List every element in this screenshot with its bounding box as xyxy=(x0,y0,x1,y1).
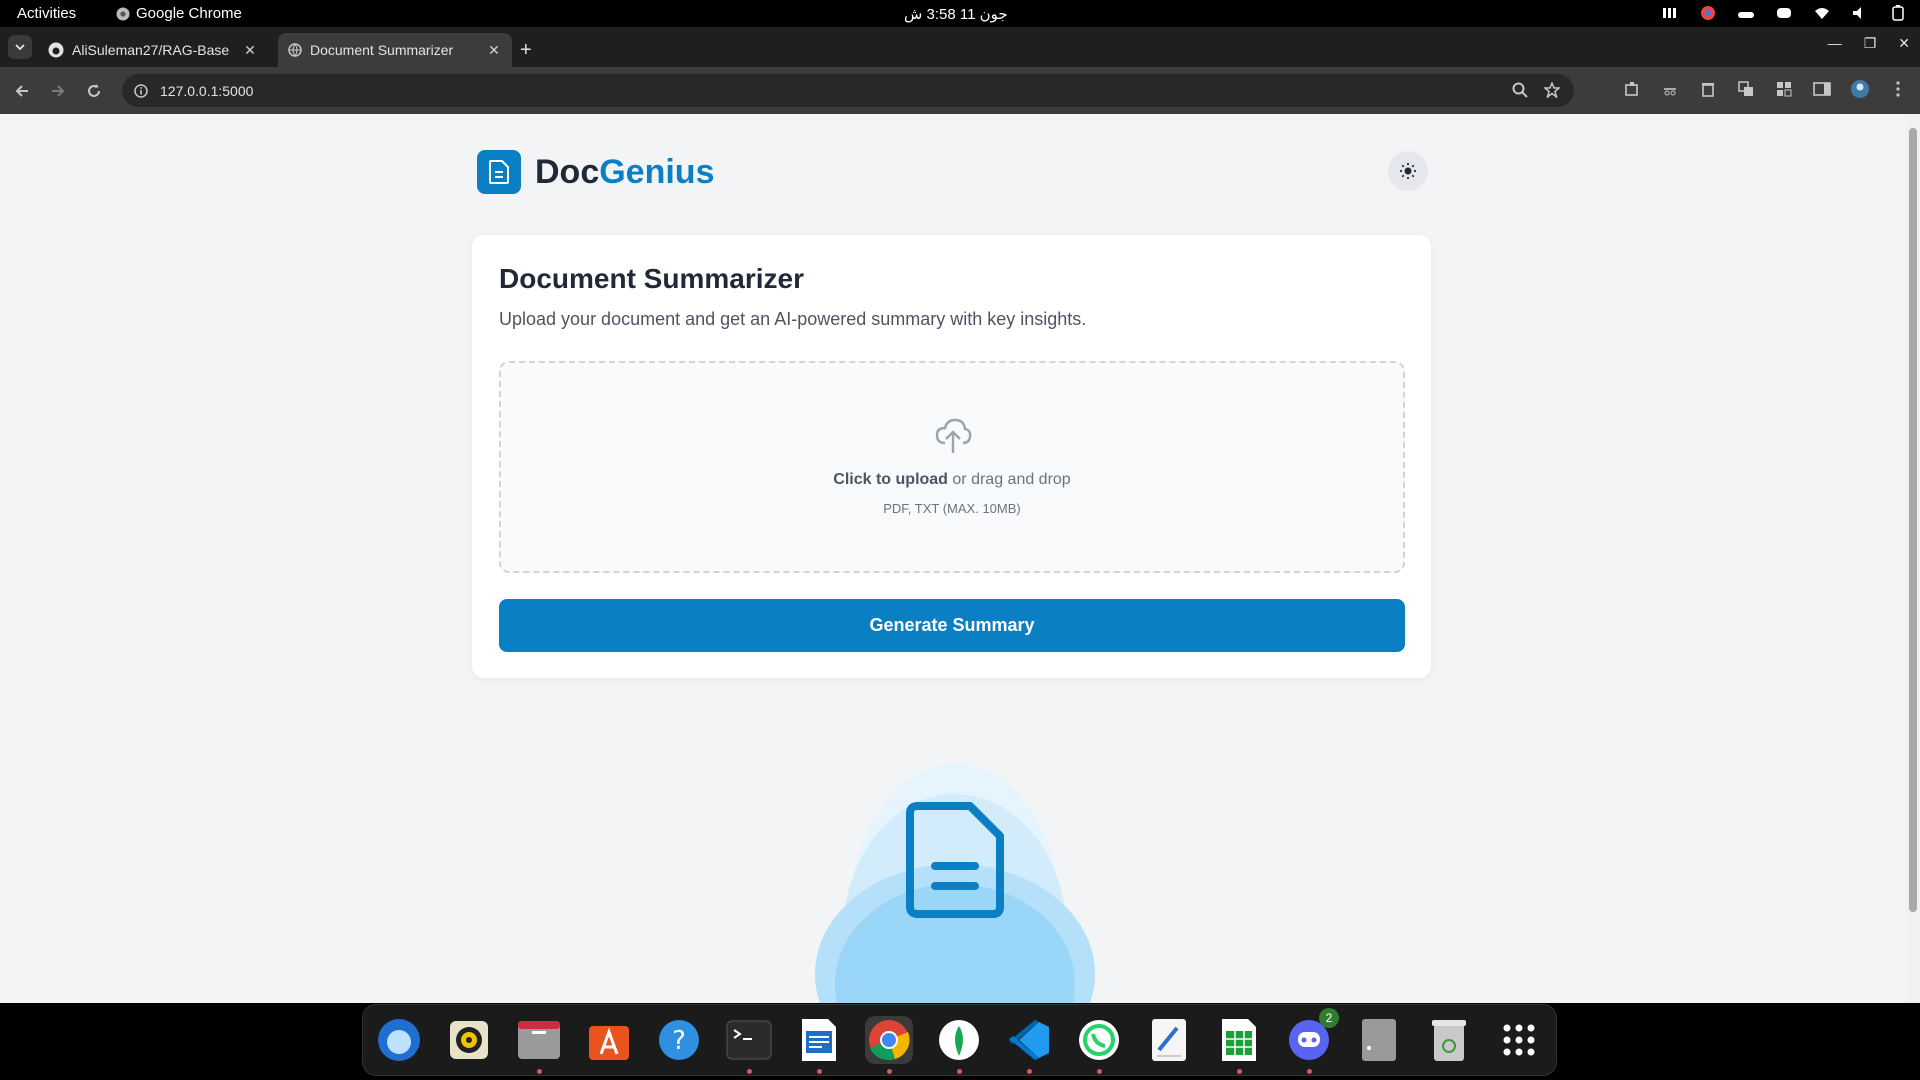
docker-tray-icon[interactable] xyxy=(1736,3,1756,23)
github-icon xyxy=(48,42,64,58)
rhythmbox-icon[interactable] xyxy=(445,1016,493,1064)
calc-icon[interactable] xyxy=(1215,1016,1263,1074)
side-panel-icon[interactable] xyxy=(1812,79,1832,99)
site-info-icon[interactable] xyxy=(134,83,148,98)
zoom-icon[interactable] xyxy=(1512,82,1528,98)
page-scrollbar[interactable] xyxy=(1906,114,1920,1003)
upload-rest: or drag and drop xyxy=(947,471,1071,488)
tab-document-summarizer[interactable]: Document Summarizer ✕ xyxy=(278,33,512,67)
close-icon[interactable]: ✕ xyxy=(242,42,258,59)
tab-github[interactable]: AliSuleman27/RAG-Base ✕ xyxy=(38,33,268,67)
new-tab-button[interactable]: + xyxy=(520,39,532,62)
window-controls: — ❐ ✕ xyxy=(1828,35,1910,52)
generate-summary-button[interactable]: Generate Summary xyxy=(499,599,1405,652)
system-top-bar: Activities Google Chrome جون 11 3:58 ش xyxy=(0,0,1920,27)
discord-badge: 2 xyxy=(1319,1008,1339,1028)
app-name-label: Google Chrome xyxy=(136,5,242,22)
thunderbird-icon[interactable] xyxy=(375,1016,423,1064)
drive-icon[interactable] xyxy=(1355,1016,1403,1064)
browser-toolbar: 127.0.0.1:5000 xyxy=(0,67,1920,114)
system-tray xyxy=(1660,3,1908,23)
trash-extension-icon[interactable] xyxy=(1698,79,1718,99)
clock[interactable]: جون 11 3:58 ش xyxy=(904,5,1008,23)
tab-title: Document Summarizer xyxy=(310,42,454,58)
reload-icon[interactable] xyxy=(82,79,106,103)
file-dropzone[interactable]: Click to upload or drag and drop PDF, TX… xyxy=(499,361,1405,573)
maximize-icon[interactable]: ❐ xyxy=(1864,35,1877,52)
terminal-icon[interactable] xyxy=(725,1016,773,1074)
wifi-icon[interactable] xyxy=(1812,3,1832,23)
chrome-tray-icon[interactable] xyxy=(1698,3,1718,23)
text-editor-icon[interactable] xyxy=(1145,1016,1193,1064)
globe-icon xyxy=(288,43,302,57)
trash-icon[interactable] xyxy=(1425,1016,1473,1064)
address-bar[interactable]: 127.0.0.1:5000 xyxy=(122,74,1574,107)
apps-grid-extension-icon[interactable] xyxy=(1774,79,1794,99)
address-bar-actions xyxy=(1512,82,1560,98)
incognito-icon[interactable] xyxy=(1660,79,1680,99)
discord-tray-icon[interactable] xyxy=(1774,3,1794,23)
mongodb-compass-icon[interactable] xyxy=(935,1016,983,1074)
back-icon[interactable] xyxy=(10,79,34,103)
brand-prefix: Doc xyxy=(535,152,600,191)
chrome-icon[interactable] xyxy=(865,1016,913,1074)
scrollbar-thumb[interactable] xyxy=(1909,128,1917,912)
card-title: Document Summarizer xyxy=(499,263,804,294)
document-logo-icon xyxy=(477,150,521,194)
activities-button[interactable]: Activities xyxy=(17,5,76,22)
vscode-icon[interactable] xyxy=(1005,1016,1053,1074)
discord-icon[interactable]: 2 xyxy=(1285,1008,1339,1074)
forward-icon[interactable] xyxy=(46,79,70,103)
writer-icon[interactable] xyxy=(795,1016,843,1074)
minimize-icon[interactable]: — xyxy=(1828,35,1842,52)
bookmark-star-icon[interactable] xyxy=(1544,82,1560,98)
upload-hint: PDF, TXT (MAX. 10MB) xyxy=(883,501,1021,516)
close-icon[interactable]: ✕ xyxy=(486,42,502,59)
volume-icon[interactable] xyxy=(1850,3,1870,23)
app-menu[interactable]: Google Chrome xyxy=(116,5,242,22)
extensions-icon[interactable] xyxy=(1622,79,1642,99)
tab-search-button[interactable] xyxy=(8,35,32,59)
cloud-upload-icon xyxy=(935,418,972,453)
document-illustration-icon xyxy=(815,764,1095,1003)
brand[interactable]: DocGenius xyxy=(477,150,714,194)
files-icon[interactable] xyxy=(515,1016,563,1074)
brand-name: DocGenius xyxy=(535,153,714,192)
summarizer-card: Document Summarizer Upload your document… xyxy=(472,235,1431,678)
menu-kebab-icon[interactable] xyxy=(1888,79,1908,99)
upload-link[interactable]: Click to upload xyxy=(833,471,948,488)
dock: ? 2 xyxy=(362,1004,1557,1076)
help-icon[interactable]: ? xyxy=(655,1016,703,1064)
whatsapp-icon[interactable] xyxy=(1075,1016,1123,1074)
translate-icon[interactable] xyxy=(1736,79,1756,99)
tab-title: AliSuleman27/RAG-Base xyxy=(72,42,230,58)
url-text: 127.0.0.1:5000 xyxy=(160,82,254,99)
upload-instructions: Click to upload or drag and drop xyxy=(501,471,1403,489)
svg-text:?: ? xyxy=(672,1026,686,1056)
theme-toggle-button[interactable] xyxy=(1388,151,1428,191)
battery-icon[interactable] xyxy=(1888,3,1908,23)
sun-icon xyxy=(1400,163,1416,179)
tab-strip: AliSuleman27/RAG-Base ✕ Document Summari… xyxy=(0,27,1920,67)
app-center-icon[interactable] xyxy=(585,1016,633,1064)
toolbar-actions xyxy=(1622,79,1908,99)
card-subtitle: Upload your document and get an AI-power… xyxy=(499,309,1087,329)
close-window-icon[interactable]: ✕ xyxy=(1898,35,1910,52)
input-method-icon[interactable] xyxy=(1660,3,1680,23)
chrome-icon xyxy=(116,7,130,20)
page-viewport: DocGenius Document Summarizer Upload you… xyxy=(0,114,1906,1003)
brand-accent: Genius xyxy=(599,152,715,191)
app-grid-icon[interactable] xyxy=(1495,1016,1543,1064)
chevron-down-icon xyxy=(15,44,25,51)
profile-avatar[interactable] xyxy=(1850,79,1870,99)
